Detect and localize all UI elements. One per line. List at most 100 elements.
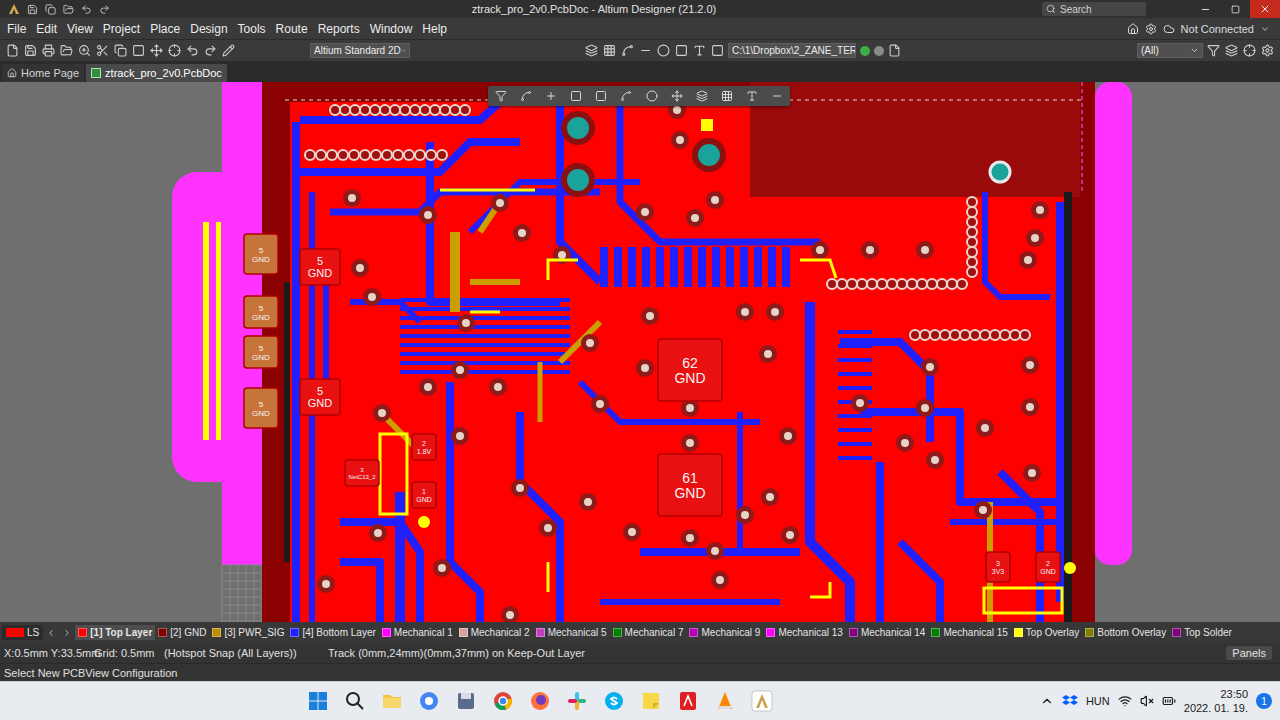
document-tab[interactable]: ztrack_pro_2v0.PcbDoc bbox=[86, 64, 227, 82]
layer-tab[interactable]: Mechanical 14 bbox=[846, 625, 928, 640]
via[interactable] bbox=[1021, 398, 1039, 416]
via[interactable] bbox=[761, 488, 779, 506]
via[interactable] bbox=[950, 330, 960, 340]
ic-pin[interactable] bbox=[628, 247, 636, 287]
via[interactable] bbox=[317, 575, 335, 593]
filter-icon[interactable] bbox=[1207, 44, 1220, 57]
via[interactable] bbox=[706, 542, 724, 560]
trace[interactable] bbox=[860, 412, 1060, 502]
via[interactable] bbox=[440, 105, 450, 115]
chevron-right-icon[interactable] bbox=[62, 628, 72, 638]
altium-logo-icon[interactable] bbox=[8, 3, 20, 15]
trace[interactable] bbox=[400, 298, 570, 302]
via[interactable] bbox=[636, 359, 654, 377]
via[interactable] bbox=[404, 150, 414, 160]
add-icon[interactable] bbox=[545, 90, 557, 102]
trace[interactable] bbox=[520, 412, 560, 622]
battery-icon[interactable] bbox=[1162, 694, 1176, 708]
pad[interactable]: 33V3 bbox=[986, 552, 1010, 582]
trace[interactable] bbox=[400, 361, 570, 365]
via[interactable] bbox=[686, 209, 704, 227]
copy-icon[interactable] bbox=[114, 44, 127, 57]
clock[interactable]: 23:502022. 01. 19. bbox=[1184, 687, 1248, 715]
layers-icon[interactable] bbox=[585, 44, 598, 57]
through-hole-pad[interactable] bbox=[564, 166, 592, 194]
via[interactable] bbox=[419, 206, 437, 224]
via[interactable] bbox=[1019, 251, 1037, 269]
cut-icon[interactable] bbox=[96, 44, 109, 57]
via[interactable] bbox=[967, 207, 977, 217]
via[interactable] bbox=[380, 105, 390, 115]
ic-pin[interactable] bbox=[642, 247, 650, 287]
via[interactable] bbox=[937, 279, 947, 289]
layer-tab[interactable]: Mechanical 2 bbox=[456, 625, 533, 640]
interactive-route-icon[interactable] bbox=[620, 90, 632, 102]
menu-item[interactable]: Help bbox=[417, 20, 452, 38]
via[interactable] bbox=[681, 434, 699, 452]
via[interactable] bbox=[1010, 330, 1020, 340]
via[interactable] bbox=[974, 501, 992, 519]
altium-icon[interactable] bbox=[750, 689, 774, 713]
via[interactable] bbox=[967, 197, 977, 207]
via[interactable] bbox=[450, 105, 460, 115]
pad[interactable]: 5GND bbox=[300, 379, 340, 415]
via[interactable] bbox=[847, 279, 857, 289]
trace[interactable] bbox=[292, 122, 300, 622]
trace[interactable] bbox=[400, 307, 570, 311]
trace[interactable] bbox=[1056, 202, 1064, 602]
trace[interactable] bbox=[340, 562, 380, 622]
via[interactable] bbox=[970, 330, 980, 340]
trace[interactable] bbox=[400, 325, 570, 329]
pad[interactable]: 1GND bbox=[412, 482, 436, 508]
trace[interactable] bbox=[838, 428, 872, 432]
layer-tab[interactable]: [3] PWR_SIG bbox=[209, 625, 287, 640]
layer-tab[interactable]: [2] GND bbox=[155, 625, 209, 640]
layer-tab[interactable]: Mechanical 15 bbox=[928, 625, 1010, 640]
save-icon[interactable] bbox=[24, 44, 37, 57]
via[interactable] bbox=[877, 279, 887, 289]
via[interactable] bbox=[706, 191, 724, 209]
trace[interactable] bbox=[430, 142, 560, 302]
trace[interactable] bbox=[400, 334, 570, 338]
via[interactable] bbox=[393, 150, 403, 160]
close-button[interactable] bbox=[1250, 0, 1280, 18]
crosshair-icon[interactable] bbox=[168, 44, 181, 57]
via[interactable] bbox=[976, 419, 994, 437]
print-icon[interactable] bbox=[42, 44, 55, 57]
layer-set-button[interactable]: LS bbox=[2, 625, 43, 640]
via[interactable] bbox=[513, 224, 531, 242]
move-icon[interactable] bbox=[150, 44, 163, 57]
pad[interactable]: 5GND bbox=[244, 296, 278, 328]
via[interactable] bbox=[360, 105, 370, 115]
gear-icon[interactable] bbox=[1145, 23, 1157, 35]
menu-item[interactable]: Edit bbox=[31, 20, 62, 38]
menu-item[interactable]: Route bbox=[271, 20, 313, 38]
via[interactable] bbox=[457, 314, 475, 332]
muted-speaker-icon[interactable] bbox=[1140, 694, 1154, 708]
undo-icon[interactable] bbox=[186, 44, 199, 57]
status-ok-icon[interactable] bbox=[860, 46, 870, 56]
via[interactable] bbox=[370, 105, 380, 115]
via[interactable] bbox=[581, 334, 599, 352]
via[interactable] bbox=[340, 105, 350, 115]
via[interactable] bbox=[641, 307, 659, 325]
pad[interactable]: 62GND bbox=[658, 339, 722, 401]
layer-tab[interactable]: Bottom Overlay bbox=[1082, 625, 1169, 640]
text-icon[interactable] bbox=[693, 44, 706, 57]
via[interactable] bbox=[579, 493, 597, 511]
via[interactable] bbox=[591, 395, 609, 413]
via[interactable] bbox=[921, 358, 939, 376]
via[interactable] bbox=[363, 288, 381, 306]
status-icon[interactable] bbox=[874, 46, 884, 56]
via[interactable] bbox=[1023, 464, 1041, 482]
via[interactable] bbox=[349, 150, 359, 160]
via[interactable] bbox=[811, 241, 829, 259]
save-icon[interactable] bbox=[27, 4, 38, 15]
via[interactable] bbox=[415, 150, 425, 160]
via[interactable] bbox=[759, 345, 777, 363]
via[interactable] bbox=[351, 259, 369, 277]
via[interactable] bbox=[920, 330, 930, 340]
new-file-icon[interactable] bbox=[6, 44, 19, 57]
trace[interactable] bbox=[620, 102, 820, 242]
via-icon[interactable] bbox=[657, 44, 670, 57]
